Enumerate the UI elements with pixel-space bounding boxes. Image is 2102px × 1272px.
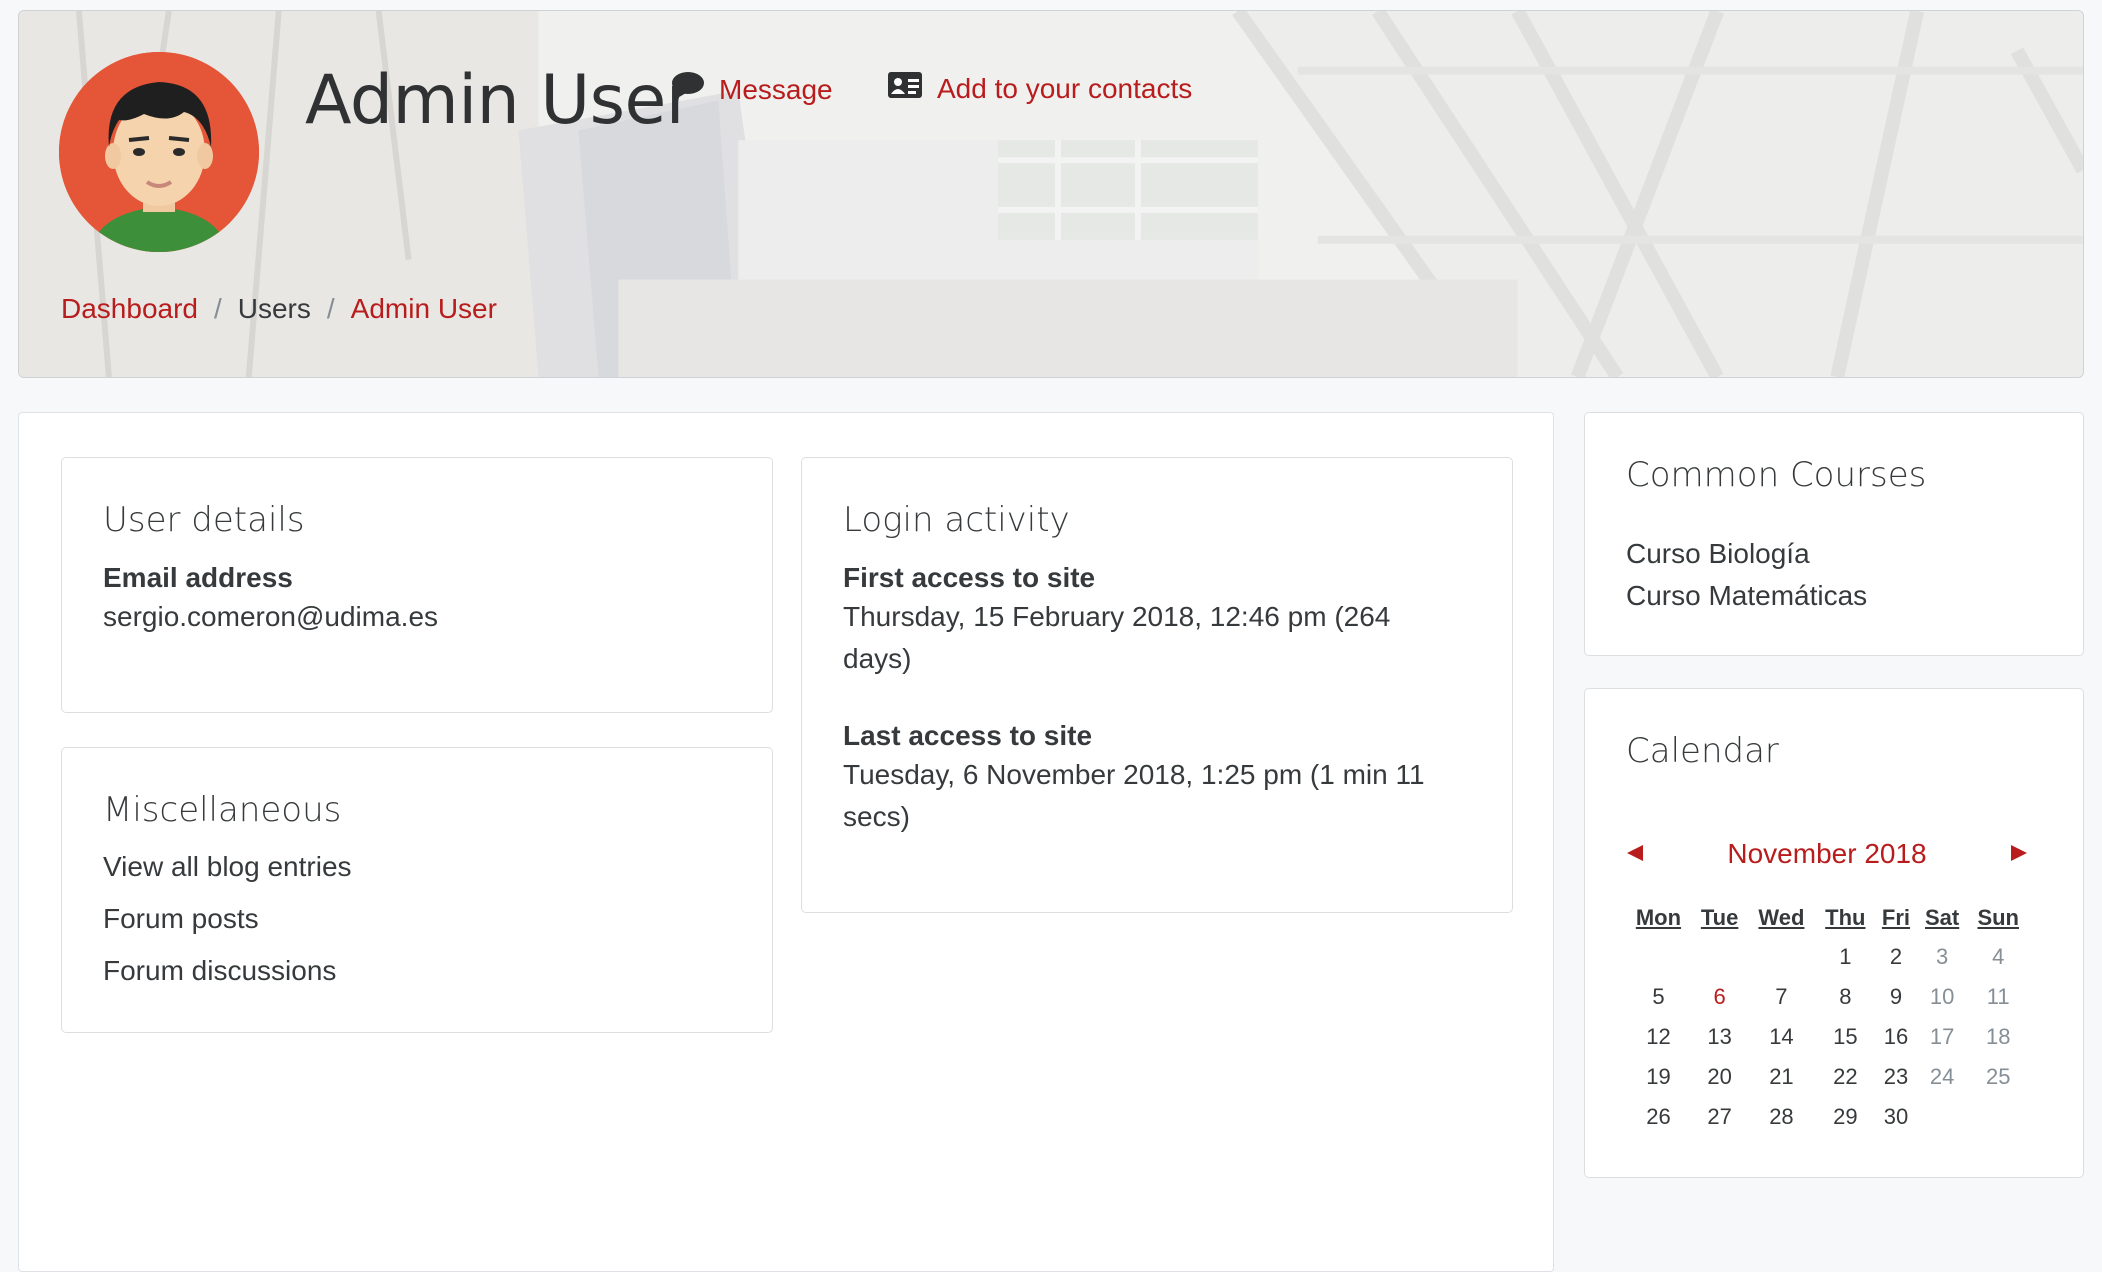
prev-month-icon[interactable] xyxy=(1625,838,1645,870)
calendar-day: 20 xyxy=(1707,1064,1732,1089)
calendar-day: 16 xyxy=(1883,1024,1909,1049)
next-month-icon[interactable] xyxy=(2009,838,2029,870)
common-courses-card: Common Courses Curso Biología Curso Mate… xyxy=(1584,412,2084,656)
calendar-day: 21 xyxy=(1769,1064,1794,1089)
weekday-header: Tue xyxy=(1700,905,1739,930)
weekday-header: Wed xyxy=(1758,905,1805,930)
last-access-label: Last access to site xyxy=(843,720,1093,751)
avatar-image xyxy=(59,52,259,252)
calendar-day-weekend: 17 xyxy=(1929,1024,1955,1049)
calendar-weekday-row: Mon Tue Wed Thu Fri Sat Sun xyxy=(1625,899,2029,937)
calendar-day: 28 xyxy=(1769,1104,1794,1129)
calendar-day xyxy=(1747,937,1815,977)
calendar-day-weekend: 25 xyxy=(1985,1064,2011,1089)
calendar-day-weekend: 3 xyxy=(1935,944,1949,969)
first-access-value-line2: days) xyxy=(843,643,912,674)
last-access-value-line2: secs) xyxy=(843,801,910,832)
comment-icon xyxy=(671,71,705,108)
first-access-label: First access to site xyxy=(843,562,1096,593)
calendar-day: 2 xyxy=(1889,944,1903,969)
calendar-day-weekend: 4 xyxy=(1992,944,2005,969)
login-activity-heading: Login activity xyxy=(843,500,1070,540)
message-button[interactable]: Message xyxy=(671,71,833,108)
calendar-week-row: 12 13 14 15 16 17 18 xyxy=(1625,1017,2029,1057)
calendar-day: 15 xyxy=(1833,1024,1858,1049)
first-access-value-line1: Thursday, 15 February 2018, 12:46 pm (26… xyxy=(843,601,1391,632)
breadcrumb-admin-user[interactable]: Admin User xyxy=(351,293,497,325)
calendar-day-weekend xyxy=(1917,1097,1968,1137)
weekday-header: Thu xyxy=(1825,905,1866,930)
calendar-day-weekend: 11 xyxy=(1986,984,2010,1009)
calendar-card: Calendar November 2018 Mon Tue Wed Thu F… xyxy=(1584,688,2084,1178)
forum-discussions-link[interactable]: Forum discussions xyxy=(103,950,336,992)
calendar-day: 23 xyxy=(1883,1064,1909,1089)
weekday-header: Sat xyxy=(1924,905,1960,930)
breadcrumb-dashboard[interactable]: Dashboard xyxy=(61,293,198,325)
calendar-day: 5 xyxy=(1652,984,1665,1009)
view-blog-entries-link[interactable]: View all blog entries xyxy=(103,846,352,888)
breadcrumb: Dashboard / Users / Admin User xyxy=(61,293,497,325)
calendar-week-row: 26 27 28 29 30 xyxy=(1625,1097,2029,1137)
calendar-grid: Mon Tue Wed Thu Fri Sat Sun 1 2 3 4 5 6 xyxy=(1625,899,2029,1137)
miscellaneous-heading: Miscellaneous xyxy=(103,790,342,830)
calendar-week-row: 1 2 3 4 xyxy=(1625,937,2029,977)
breadcrumb-users: Users xyxy=(237,293,311,324)
user-avatar xyxy=(59,52,259,252)
calendar-day: 22 xyxy=(1833,1064,1858,1089)
breadcrumb-separator: / xyxy=(213,293,222,324)
calendar-day-weekend: 18 xyxy=(1985,1024,2011,1049)
last-access-value-line1: Tuesday, 6 November 2018, 1:25 pm (1 min… xyxy=(843,759,1425,790)
common-courses-heading: Common Courses xyxy=(1626,455,1927,495)
page-header: Admin User Message Add to your contacts … xyxy=(18,10,2084,378)
calendar-day: 1 xyxy=(1839,944,1852,969)
weekday-header: Sun xyxy=(1977,905,2019,930)
miscellaneous-card: Miscellaneous View all blog entries Foru… xyxy=(61,747,773,1033)
calendar-day: 8 xyxy=(1839,984,1852,1009)
calendar-day: 9 xyxy=(1889,984,1903,1009)
calendar-week-row: 19 20 21 22 23 24 25 xyxy=(1625,1057,2029,1097)
calendar-day: 27 xyxy=(1707,1104,1732,1129)
calendar-week-row: 5 6 7 8 9 10 11 xyxy=(1625,977,2029,1017)
login-activity-card: Login activity First access to site Thur… xyxy=(801,457,1513,913)
calendar-day: 7 xyxy=(1775,984,1788,1009)
calendar-day-today[interactable]: 6 xyxy=(1692,977,1747,1017)
calendar-day: 12 xyxy=(1646,1024,1671,1049)
user-details-card: User details Email address sergio.comero… xyxy=(61,457,773,713)
email-label: Email address xyxy=(103,562,293,593)
calendar-heading: Calendar xyxy=(1626,731,1779,771)
calendar-day: 14 xyxy=(1769,1024,1794,1049)
weekday-header: Mon xyxy=(1635,905,1682,930)
breadcrumb-separator: / xyxy=(326,293,335,324)
calendar-day: 26 xyxy=(1646,1104,1671,1129)
calendar-day: 30 xyxy=(1883,1104,1909,1129)
course-link-biologia[interactable]: Curso Biología xyxy=(1626,533,1810,575)
calendar-month-title[interactable]: November 2018 xyxy=(1727,838,1926,870)
course-link-matematicas[interactable]: Curso Matemáticas xyxy=(1626,575,1867,617)
forum-posts-link[interactable]: Forum posts xyxy=(103,898,259,940)
calendar-day-weekend: 10 xyxy=(1929,984,1955,1009)
main-region: User details Email address sergio.comero… xyxy=(18,412,1554,1272)
weekday-header: Fri xyxy=(1881,905,1911,930)
address-card-icon xyxy=(887,71,923,106)
add-contact-button[interactable]: Add to your contacts xyxy=(887,71,1192,106)
email-link[interactable]: sergio.comeron@udima.es xyxy=(103,596,438,638)
calendar-day-weekend: 24 xyxy=(1929,1064,1955,1089)
calendar-navigation: November 2018 xyxy=(1625,834,2029,874)
calendar-day: 29 xyxy=(1833,1104,1858,1129)
user-details-heading: User details xyxy=(103,500,305,540)
calendar-day-weekend xyxy=(1967,1097,2029,1137)
calendar-day xyxy=(1625,937,1692,977)
page-title: Admin User xyxy=(305,61,694,140)
add-contact-label: Add to your contacts xyxy=(937,72,1193,104)
message-label: Message xyxy=(719,73,833,105)
calendar-day: 13 xyxy=(1707,1024,1732,1049)
calendar-day: 19 xyxy=(1646,1064,1671,1089)
calendar-day xyxy=(1692,937,1747,977)
